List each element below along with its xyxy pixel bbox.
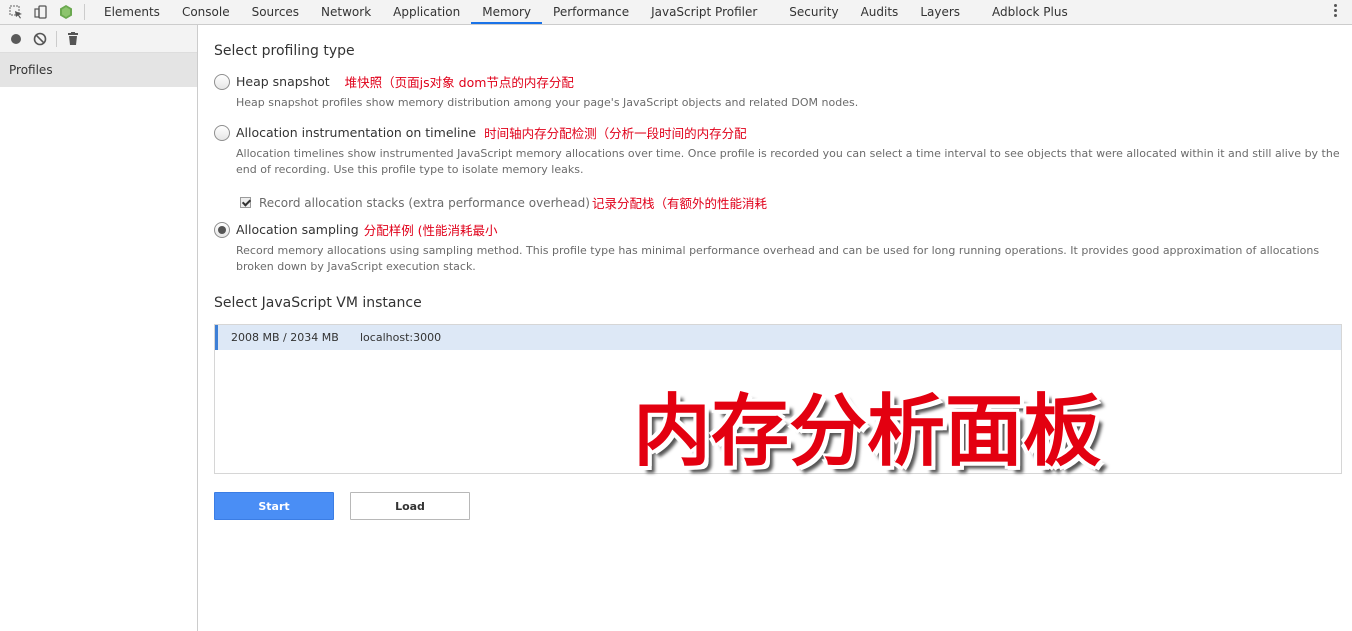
- record-icon[interactable]: [4, 26, 28, 52]
- inspect-element-icon[interactable]: [3, 0, 28, 24]
- vm-instance-title: Select JavaScript VM instance: [214, 295, 422, 311]
- vm-instance-row[interactable]: 2008 MB / 2034 MB localhost:3000: [215, 325, 1341, 350]
- tab-javascript-profiler[interactable]: JavaScript Profiler: [640, 0, 768, 24]
- sidebar-toolbar: [0, 25, 197, 53]
- load-button[interactable]: Load: [350, 492, 470, 520]
- sidebar-item-profiles[interactable]: Profiles: [0, 53, 197, 87]
- option-annotation: 分配样例 (性能消耗最小: [363, 223, 498, 238]
- device-toolbar-icon[interactable]: [28, 0, 53, 24]
- option-description: Record memory allocations using sampling…: [236, 244, 1320, 273]
- option-annotation: 时间轴内存分配检测（分析一段时间的内存分配: [484, 126, 747, 141]
- option-allocation-sampling[interactable]: Allocation sampling 分配样例 (性能消耗最小: [214, 220, 498, 239]
- clear-icon[interactable]: [28, 26, 52, 52]
- tab-adblock-plus[interactable]: Adblock Plus: [981, 0, 1079, 24]
- profiling-type-title: Select profiling type: [214, 43, 355, 59]
- option-label: Allocation instrumentation on timeline: [236, 125, 477, 140]
- node-extension-icon[interactable]: [53, 0, 78, 24]
- tab-layers[interactable]: Layers: [909, 0, 971, 24]
- start-button[interactable]: Start: [214, 492, 334, 520]
- allocation-sampling-radio[interactable]: [214, 221, 230, 238]
- option-description: Allocation timelines show instrumented J…: [236, 147, 1340, 176]
- tab-security[interactable]: Security: [778, 0, 849, 24]
- option-description: Heap snapshot profiles show memory distr…: [236, 96, 859, 109]
- tab-console[interactable]: Console: [171, 0, 241, 24]
- option-allocation-timeline[interactable]: Allocation instrumentation on timeline 时…: [214, 123, 747, 142]
- option-label: Allocation sampling: [236, 222, 359, 237]
- toolbar-divider: [84, 4, 85, 20]
- profiles-sidebar: Profiles: [0, 25, 198, 631]
- toolbar-divider: [56, 30, 57, 47]
- tab-application[interactable]: Application: [382, 0, 471, 24]
- allocation-timeline-radio[interactable]: [214, 124, 230, 141]
- more-options-icon[interactable]: [1334, 4, 1338, 19]
- tab-elements[interactable]: Elements: [93, 0, 171, 24]
- option-annotation: 堆快照（页面js对象 dom节点的内存分配: [344, 75, 574, 90]
- tab-memory[interactable]: Memory: [471, 0, 543, 24]
- option-label: Heap snapshot: [236, 74, 330, 89]
- option-heap-snapshot[interactable]: Heap snapshot 堆快照（页面js对象 dom节点的内存分配: [214, 72, 574, 91]
- heap-snapshot-radio[interactable]: [214, 73, 230, 90]
- record-allocation-stacks-row[interactable]: Record allocation stacks (extra performa…: [240, 193, 767, 212]
- vm-memory-usage: 2008 MB / 2034 MB: [231, 331, 339, 344]
- tab-audits[interactable]: Audits: [850, 0, 910, 24]
- devtools-tab-bar: Elements Console Sources Network Applica…: [0, 0, 1352, 25]
- tab-performance[interactable]: Performance: [542, 0, 640, 24]
- checkbox-label: Record allocation stacks (extra performa…: [259, 195, 590, 210]
- vm-host: localhost:3000: [360, 331, 442, 344]
- tab-sources[interactable]: Sources: [241, 0, 310, 24]
- trash-icon[interactable]: [61, 26, 85, 52]
- checkbox-annotation: 记录分配栈（有额外的性能消耗: [591, 196, 767, 211]
- record-allocation-stacks-checkbox[interactable]: [240, 197, 251, 208]
- overlay-caption: 内存分析面板: [633, 387, 1102, 477]
- tab-network[interactable]: Network: [310, 0, 382, 24]
